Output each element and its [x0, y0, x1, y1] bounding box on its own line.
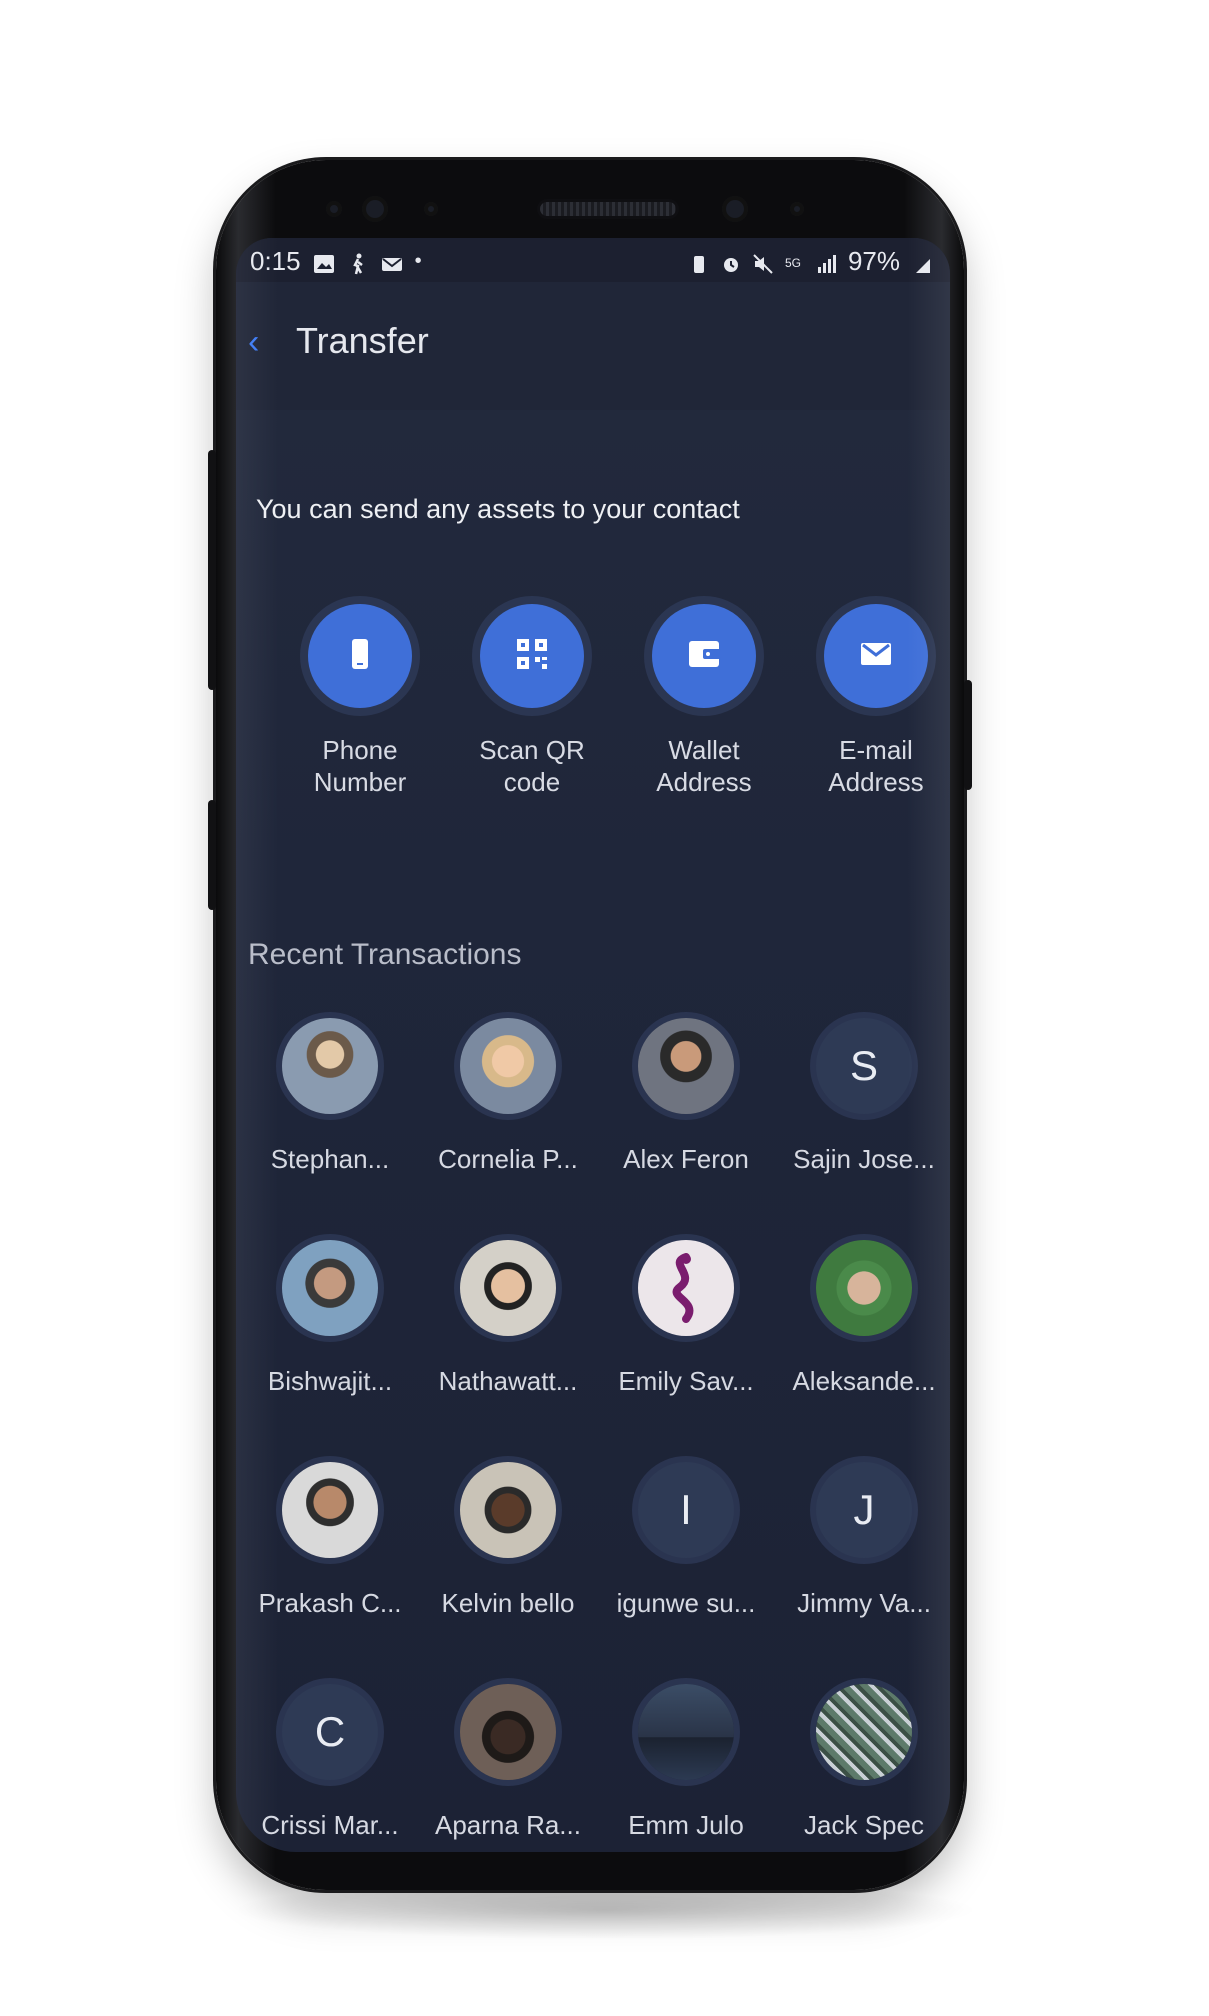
phone-icon: [346, 637, 374, 676]
avatar: S: [816, 1018, 912, 1114]
avatar: C: [282, 1684, 378, 1780]
sensor-dot: [326, 201, 342, 217]
avatar: I: [638, 1462, 734, 1558]
app-screen: 0:15 • 5G 97% ‹ Transfer You can send an…: [236, 238, 950, 1852]
avatar: [460, 1684, 556, 1780]
contact-item[interactable]: Nathawatt...: [418, 1240, 598, 1397]
contact-item[interactable]: Kelvin bello: [418, 1462, 598, 1619]
contact-name: Kelvin bello: [441, 1588, 575, 1618]
scan-qr-button[interactable]: Scan QR code: [452, 604, 612, 798]
contact-item[interactable]: Emily Sav...: [596, 1240, 776, 1397]
contact-item[interactable]: S Sajin Jose...: [774, 1018, 950, 1175]
recent-transactions-title: Recent Transactions: [248, 938, 522, 971]
intro-text: You can send any assets to your contact: [256, 494, 740, 524]
mute-icon: [752, 251, 774, 274]
contact-name: Aleksande...: [792, 1366, 936, 1396]
contact-item[interactable]: Jack Spec: [774, 1684, 950, 1841]
avatar: [816, 1684, 912, 1780]
avatar: [816, 1240, 912, 1336]
contact-name: Emm Julo: [628, 1810, 744, 1840]
contact-item[interactable]: Alex Feron: [596, 1018, 776, 1175]
contact-item[interactable]: Emm Julo: [596, 1684, 776, 1841]
page-title: Transfer: [296, 320, 429, 361]
walking-icon: [347, 251, 369, 274]
gallery-icon: [313, 251, 335, 273]
status-bar: 0:15 • 5G 97%: [236, 238, 950, 282]
avatar: [282, 1462, 378, 1558]
avatar: [460, 1462, 556, 1558]
phone-number-button[interactable]: Phone Number: [280, 604, 440, 798]
sensor-dot: [790, 202, 804, 216]
front-camera: [362, 196, 388, 222]
avatar: [638, 1018, 734, 1114]
email-address-button[interactable]: E-mail Address: [796, 604, 950, 798]
avatar: [638, 1240, 734, 1336]
contact-name: Nathawatt...: [438, 1366, 578, 1396]
avatar: [282, 1240, 378, 1336]
action-label: Phone Number: [313, 735, 407, 797]
contact-item[interactable]: Stephan...: [240, 1018, 420, 1175]
contact-item[interactable]: C Crissi Mar...: [240, 1684, 420, 1841]
contact-item[interactable]: Bishwajit...: [240, 1240, 420, 1397]
qr-code-icon: [515, 637, 549, 676]
svg-text:5G: 5G: [785, 256, 801, 270]
contact-item[interactable]: Aparna Ra...: [418, 1684, 598, 1841]
avatar: [460, 1018, 556, 1114]
contact-item[interactable]: Cornelia P...: [418, 1018, 598, 1175]
earpiece-speaker: [540, 202, 676, 216]
contact-name: Cornelia P...: [438, 1144, 578, 1174]
avatar: [282, 1018, 378, 1114]
battery-icon: [910, 251, 932, 273]
contact-name: Bishwajit...: [267, 1366, 393, 1396]
action-label: E-mail Address: [828, 735, 924, 797]
volume-button: [208, 450, 216, 690]
action-label: Wallet Address: [656, 735, 752, 797]
sensor-dot: [424, 202, 438, 216]
mail-icon: [381, 251, 403, 273]
contact-name: Jimmy Va...: [797, 1588, 931, 1618]
app-header: ‹ Transfer: [236, 282, 950, 410]
email-icon: [859, 640, 893, 673]
battery-percent: 97%: [847, 246, 900, 276]
contact-item[interactable]: Prakash C...: [240, 1462, 420, 1619]
signal-icon: [816, 251, 838, 273]
contact-name: Stephan...: [270, 1144, 390, 1174]
contact-name: Crissi Mar...: [261, 1810, 399, 1840]
contact-item[interactable]: J Jimmy Va...: [774, 1462, 950, 1619]
contact-name: Jack Spec: [804, 1810, 924, 1840]
5g-icon: 5G: [784, 251, 806, 273]
iris-camera: [722, 196, 748, 222]
bixby-button: [208, 800, 216, 910]
wallet-address-button[interactable]: Wallet Address: [624, 604, 784, 798]
contact-name: Aparna Ra...: [435, 1810, 581, 1840]
contact-name: Alex Feron: [623, 1144, 749, 1174]
contact-name: Sajin Jose...: [793, 1144, 935, 1174]
power-button: [964, 680, 972, 790]
avatar: [460, 1240, 556, 1336]
contact-name: igunwe su...: [616, 1588, 756, 1618]
battery-saver-icon: [688, 251, 710, 273]
action-label: Scan QR code: [479, 735, 585, 797]
avatar: J: [816, 1462, 912, 1558]
contact-item[interactable]: I igunwe su...: [596, 1462, 776, 1619]
wallet-icon: [687, 638, 721, 675]
alarm-icon: [720, 251, 742, 273]
contact-name: Emily Sav...: [618, 1366, 754, 1396]
avatar: [638, 1684, 734, 1780]
contact-item[interactable]: Aleksande...: [774, 1240, 950, 1397]
notification-dot-icon: •: [414, 250, 422, 272]
back-arrow-icon[interactable]: ‹: [248, 324, 278, 360]
status-time: 0:15: [250, 246, 301, 276]
contact-name: Prakash C...: [258, 1588, 402, 1618]
